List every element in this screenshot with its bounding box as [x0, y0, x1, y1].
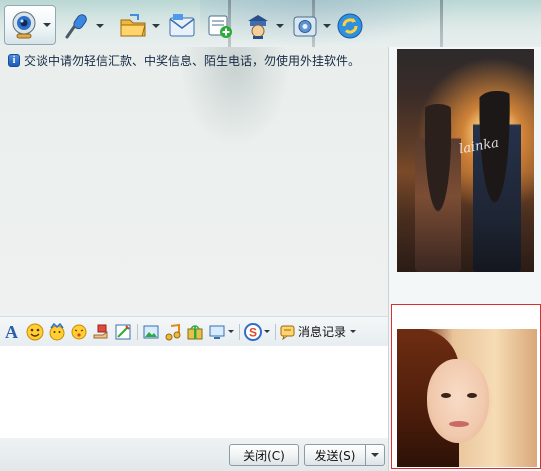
s-icon: S	[244, 322, 262, 341]
add-app-button[interactable]	[206, 8, 234, 44]
send-button-label: 发送(S)	[314, 448, 356, 463]
send-file-button[interactable]	[118, 8, 160, 44]
gift-hand-icon	[93, 324, 108, 338]
my-show-photo[interactable]	[391, 304, 541, 469]
screen-share-button[interactable]	[208, 321, 234, 343]
add-app-icon	[208, 15, 232, 38]
remote-assist-icon	[248, 15, 268, 39]
format-toolbar: A S 消息记录	[0, 316, 388, 346]
photo-figure	[473, 91, 521, 272]
info-icon: i	[8, 54, 20, 67]
chevron-down-icon	[371, 453, 379, 457]
message-input[interactable]	[0, 346, 388, 438]
history-dropdown-arrow[interactable]	[350, 330, 357, 333]
settings-dropdown-arrow[interactable]	[323, 24, 331, 28]
security-notice: i 交谈中请勿轻信汇款、中奖信息、陌生电话，勿使用外挂软件。	[8, 52, 360, 69]
settings-icon	[293, 16, 317, 37]
settings-button[interactable]	[291, 8, 331, 44]
svg-text:A: A	[5, 322, 18, 342]
shake-window-button[interactable]	[70, 321, 88, 343]
video-chat-button[interactable]	[4, 5, 56, 45]
photo-lip	[449, 421, 469, 427]
photo-eye	[441, 393, 451, 398]
photo-figure	[415, 104, 461, 272]
chat-toolbar	[0, 0, 541, 47]
message-history-label: 消息记录	[298, 325, 347, 339]
webcam-icon	[12, 11, 36, 39]
toolbar-separator	[275, 323, 276, 340]
magic-face-icon	[49, 322, 65, 340]
security-notice-text: 交谈中请勿轻信汇款、中奖信息、陌生电话，勿使用外挂软件。	[24, 54, 361, 68]
send-button[interactable]: 发送(S)	[304, 444, 366, 466]
gift-button[interactable]	[186, 321, 204, 343]
font-button[interactable]: A	[4, 321, 22, 343]
magic-emoticon-button[interactable]	[48, 321, 66, 343]
remote-dropdown-arrow[interactable]	[276, 24, 284, 28]
music-icon	[165, 323, 181, 340]
microphone-icon	[65, 14, 87, 39]
photo-face	[427, 359, 489, 443]
soso-dropdown-arrow[interactable]	[264, 330, 270, 333]
screen-share-dropdown-arrow[interactable]	[228, 330, 234, 333]
gift-hand-button[interactable]	[92, 321, 110, 343]
mail-icon	[169, 14, 195, 37]
close-button-label: 关闭(C)	[243, 448, 285, 463]
font-icon: A	[5, 322, 18, 342]
gift-box-icon	[187, 324, 203, 339]
screenshot-button[interactable]	[114, 321, 132, 343]
screenshot-icon	[115, 324, 131, 339]
refresh-button[interactable]	[336, 8, 364, 44]
video-dropdown-arrow[interactable]	[43, 23, 51, 27]
send-image-button[interactable]	[142, 321, 160, 343]
svg-text:S: S	[249, 325, 257, 339]
toolbar-separator	[137, 323, 138, 340]
toolbar-separator	[239, 323, 240, 340]
bottom-bar: 关闭(C) 发送(S)	[0, 438, 388, 471]
avatar	[397, 329, 537, 467]
smiley-icon	[26, 323, 44, 340]
message-history[interactable]: i 交谈中请勿轻信汇款、中奖信息、陌生电话，勿使用外挂软件。	[0, 47, 388, 316]
emoticon-button[interactable]	[26, 321, 44, 343]
send-sms-button[interactable]	[168, 8, 196, 44]
file-dropdown-arrow[interactable]	[152, 24, 160, 28]
soso-button[interactable]: S	[244, 321, 270, 343]
refresh-icon	[337, 13, 363, 39]
shake-icon	[71, 324, 87, 339]
folder-icon	[120, 14, 146, 37]
music-button[interactable]	[164, 321, 182, 343]
profile-panel: lainka	[388, 47, 541, 471]
chat-history-icon	[280, 325, 295, 340]
contact-show-photo[interactable]: lainka	[397, 49, 534, 272]
message-history-button[interactable]: 消息记录	[280, 321, 357, 343]
voice-dropdown-arrow[interactable]	[96, 24, 104, 28]
screen-share-icon	[209, 325, 225, 339]
voice-chat-button[interactable]	[62, 8, 104, 44]
photo-eye	[467, 393, 477, 398]
image-icon	[143, 325, 159, 338]
toolbar-skin-decoration	[440, 0, 443, 47]
remote-assist-button[interactable]	[244, 8, 284, 44]
close-button[interactable]: 关闭(C)	[229, 444, 299, 466]
send-options-button[interactable]	[366, 444, 385, 466]
